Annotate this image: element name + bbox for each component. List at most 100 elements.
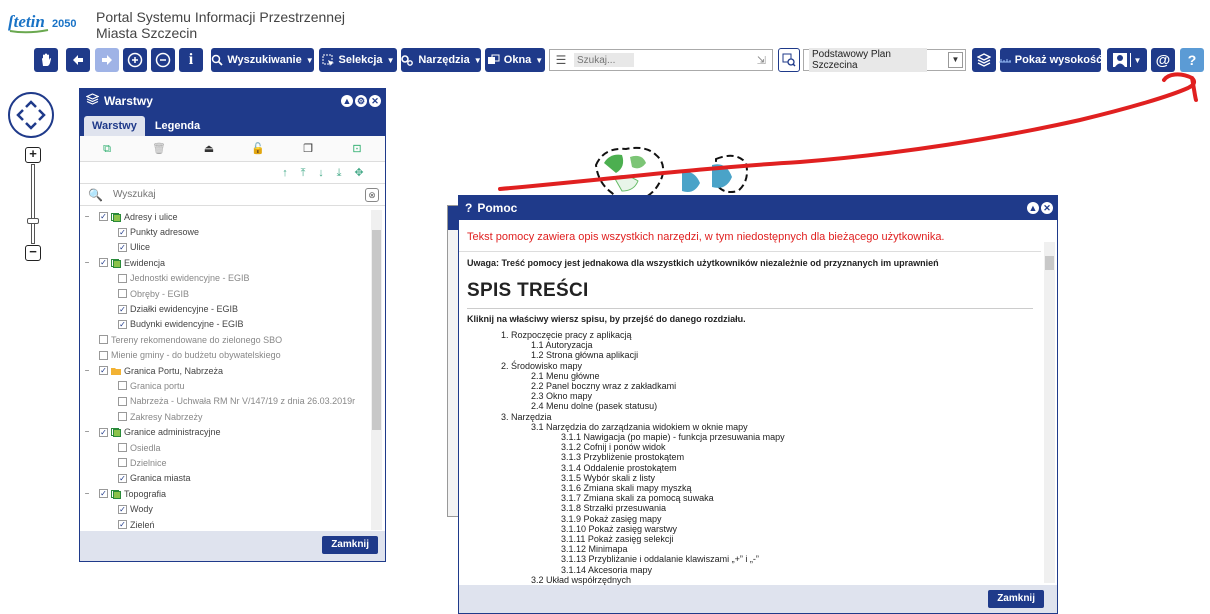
layer-item[interactable]: ✓ Ulice <box>80 240 370 255</box>
tools-menu-button[interactable]: Narzędzia ▼ <box>401 48 482 72</box>
layer-item[interactable]: ✓ Wody <box>80 501 370 516</box>
copy-icon[interactable]: ❐ <box>301 142 315 156</box>
toc-entry[interactable]: 1.1 Autoryzacja <box>467 340 1033 350</box>
collapse-toggle-icon[interactable]: − <box>83 366 91 375</box>
locate-button[interactable] <box>778 48 800 72</box>
layer-group[interactable]: − ✓ Topografia <box>80 486 370 501</box>
layer-checkbox[interactable]: ✓ <box>118 319 127 329</box>
szczecin-logo[interactable]: ſtetin 2050 <box>8 8 86 36</box>
toc-entry[interactable]: 3.1.2 Cofnij i ponów widok <box>467 442 1033 452</box>
layer-item[interactable]: Jednostki ewidencyjne - EGIB <box>80 271 370 286</box>
toc-entry[interactable]: 2. Środowisko mapy <box>467 361 1033 371</box>
layer-checkbox[interactable] <box>118 396 127 406</box>
collapse-icon[interactable]: ▲ <box>341 94 353 107</box>
clear-search-icon[interactable]: ⊗ <box>365 188 379 202</box>
toc-entry[interactable]: 3.1.6 Zmiana skali mapy myszką <box>467 483 1033 493</box>
layer-item[interactable]: Osiedla <box>80 440 370 455</box>
toc-entry[interactable]: 3.1.3 Przybliżenie prostokątem <box>467 452 1033 462</box>
toc-entry[interactable]: 2.4 Menu dolne (pasek statusu) <box>467 401 1033 411</box>
unlock-icon[interactable]: 🔓 <box>251 142 265 156</box>
layer-checkbox[interactable]: ✓ <box>118 227 127 237</box>
layer-group[interactable]: − ✓ Adresy i ulice <box>80 209 370 224</box>
move-top-icon[interactable]: ⤒ <box>296 166 310 180</box>
layers-stack-button[interactable] <box>972 48 996 72</box>
collapse-toggle-icon[interactable]: − <box>83 489 91 498</box>
toc-entry[interactable]: 3. Narzędzia <box>467 412 1033 422</box>
toc-entry[interactable]: 3.1 Narzędzia do zarządzania widokiem w … <box>467 422 1033 432</box>
close-icon[interactable]: ✕ <box>369 94 381 107</box>
collapse-toggle-icon[interactable]: − <box>83 258 91 267</box>
base-map-select[interactable]: Podstawowy Plan Szczecina ▼ <box>803 48 966 72</box>
forward-button[interactable] <box>95 48 119 72</box>
layer-checkbox[interactable] <box>118 458 127 468</box>
zoom-out-button[interactable] <box>151 48 175 72</box>
layer-checkbox[interactable] <box>99 335 108 345</box>
layer-item[interactable]: Tereny rekomendowane do zielonego SBO <box>80 332 370 347</box>
collapse-toggle-icon[interactable]: − <box>83 212 91 221</box>
toc-entry[interactable]: 3.1.4 Oddalenie prostokątem <box>467 463 1033 473</box>
search-submit-icon[interactable]: ⇲ <box>757 54 766 67</box>
layer-item[interactable]: Granica portu <box>80 378 370 393</box>
layer-checkbox[interactable] <box>99 350 108 360</box>
layer-group[interactable]: − ✓ Granice administracyjne <box>80 424 370 439</box>
collapse-icon[interactable]: ▲ <box>1027 202 1039 214</box>
help-window-header[interactable]: ? Pomoc ▲ ✕ <box>459 196 1057 220</box>
back-button[interactable] <box>66 48 90 72</box>
layer-checkbox[interactable] <box>118 443 127 453</box>
tab-warstwy[interactable]: Warstwy <box>84 116 145 136</box>
toc-entry[interactable]: 3.1.12 Minimapa <box>467 544 1033 554</box>
toc-entry[interactable]: 3.1.11 Pokaż zasięg selekcji <box>467 534 1033 544</box>
menu-icon[interactable]: ☰ <box>554 53 568 67</box>
move-bottom-icon[interactable]: ⤓ <box>332 166 346 180</box>
show-height-button[interactable]: Pokaż wysokość <box>998 48 1102 72</box>
layer-item[interactable]: ✓ Zieleń <box>80 517 370 531</box>
move-up-icon[interactable]: ↑ <box>278 166 292 180</box>
layer-item[interactable]: ✓ Granica miasta <box>80 471 370 486</box>
layer-checkbox[interactable]: ✓ <box>99 212 108 222</box>
close-icon[interactable]: ✕ <box>1041 202 1053 214</box>
zoom-slider-handle[interactable] <box>27 218 39 224</box>
toc-entry[interactable]: 3.1.8 Strzałki przesuwania <box>467 503 1033 513</box>
layer-checkbox[interactable]: ✓ <box>99 258 108 268</box>
layer-checkbox[interactable] <box>118 412 127 422</box>
user-menu-button[interactable]: ▼ <box>1107 48 1147 72</box>
layer-checkbox[interactable] <box>118 289 127 299</box>
layer-checkbox[interactable]: ✓ <box>118 504 127 514</box>
pan-arrows-control[interactable] <box>8 92 54 138</box>
layer-checkbox[interactable]: ✓ <box>118 520 127 529</box>
layer-checkbox[interactable] <box>118 273 127 283</box>
layer-item[interactable]: Nabrzeża - Uchwała RM Nr V/147/19 z dnia… <box>80 394 370 409</box>
selection-menu-button[interactable]: Selekcja ▼ <box>319 48 397 72</box>
move-down-icon[interactable]: ↓ <box>314 166 328 180</box>
windows-menu-button[interactable]: Okna ▼ <box>485 48 545 72</box>
info-button[interactable]: i <box>179 48 203 72</box>
tab-legenda[interactable]: Legenda <box>147 116 208 136</box>
layer-checkbox[interactable]: ✓ <box>118 242 127 252</box>
toc-entry[interactable]: 3.1.7 Zmiana skali za pomocą suwaka <box>467 493 1033 503</box>
delete-layer-icon[interactable]: 🗑 <box>152 142 166 156</box>
layers-panel-header[interactable]: Warstwy ▲ ⚙ ✕ <box>80 89 385 112</box>
help-scrollbar[interactable] <box>1044 242 1055 583</box>
toc-entry[interactable]: 3.1.1 Nawigacja (po mapie) - funkcja prz… <box>467 432 1033 442</box>
layer-item[interactable]: ✓ Budynki ewidencyjne - EGIB <box>80 317 370 332</box>
layer-item[interactable]: Mienie gminy - do budżetu obywatelskiego <box>80 348 370 363</box>
toc-entry[interactable]: 2.2 Panel boczny wraz z zakładkami <box>467 381 1033 391</box>
toc-entry[interactable]: 2.3 Okno mapy <box>467 391 1033 401</box>
save-icon[interactable]: ⊡ <box>350 142 364 156</box>
layer-checkbox[interactable]: ✓ <box>118 304 127 314</box>
layer-item[interactable]: ✓ Punkty adresowe <box>80 224 370 239</box>
move-icon[interactable]: ✥ <box>352 166 366 180</box>
pan-button[interactable] <box>34 48 58 72</box>
toc-entry[interactable]: 3.1.5 Wybór skali z listy <box>467 473 1033 483</box>
zoom-in-button[interactable] <box>123 48 147 72</box>
contact-button[interactable]: @ <box>1151 48 1175 72</box>
help-button[interactable]: ? <box>1180 48 1204 72</box>
eject-icon[interactable]: ⏏ <box>202 142 216 156</box>
layer-group[interactable]: − ✓ Granica Portu, Nabrzeża <box>80 363 370 378</box>
settings-icon[interactable]: ⚙ <box>355 94 367 107</box>
layer-search-input[interactable] <box>110 188 331 201</box>
layer-checkbox[interactable]: ✓ <box>99 427 108 437</box>
layers-close-button[interactable]: Zamknij <box>322 536 378 554</box>
search-menu-button[interactable]: Wyszukiwanie ▼ <box>211 48 314 72</box>
toc-entry[interactable]: 2.1 Menu główne <box>467 371 1033 381</box>
